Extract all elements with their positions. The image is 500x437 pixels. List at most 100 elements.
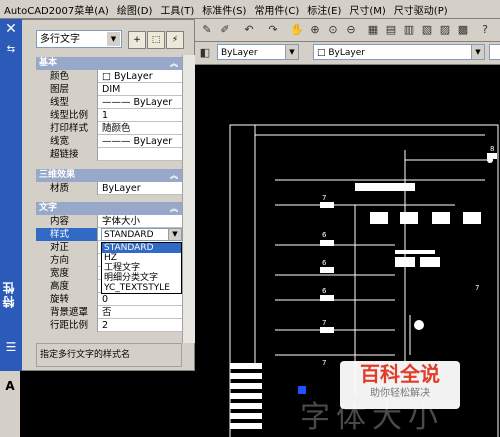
object-type-combo[interactable]: 多行文字 ▼ <box>36 30 122 48</box>
menu-size-driven[interactable]: 尺寸驱动(P) <box>390 2 452 17</box>
prop-row-linetype[interactable]: 线型 ——— ByLayer <box>36 96 182 109</box>
prop-row-contents[interactable]: 内容 字体大小 <box>36 215 182 228</box>
prop-row-lineweight[interactable]: 线宽 ——— ByLayer <box>36 135 182 148</box>
redo-icon[interactable]: ↷ <box>265 22 281 38</box>
color-combo[interactable]: □ ByLayer ▼ <box>313 44 485 60</box>
valve-symbol <box>355 183 415 191</box>
prop-label: 内容 <box>36 215 98 228</box>
pipe-label-bar <box>487 153 497 159</box>
help-icon[interactable]: ? <box>477 22 493 38</box>
property-description: 指定多行文字的样式名 <box>36 343 182 367</box>
style-option[interactable]: HZ <box>102 253 181 263</box>
palette-title-strip[interactable] <box>0 19 22 371</box>
pipe-label-bar <box>320 240 334 246</box>
prop-row-plot-style[interactable]: 打印样式 随颜色 <box>36 122 182 135</box>
menu-icon[interactable]: ☰ <box>4 340 18 354</box>
design-center-icon[interactable]: ▤ <box>383 22 399 38</box>
prop-value: 否 <box>102 307 112 318</box>
pan-icon[interactable]: ✋ <box>289 22 305 38</box>
pipe-label-bar <box>320 202 334 208</box>
pipe-label-bar <box>320 327 334 333</box>
brush-icon[interactable]: ✎ <box>199 22 215 38</box>
valve-symbol <box>420 257 440 267</box>
color-swatch-icon: □ <box>317 48 329 58</box>
prop-row-background-mask[interactable]: 背景遮罩 否 <box>36 306 182 319</box>
prop-value <box>99 148 182 161</box>
grip-marker[interactable] <box>298 386 306 394</box>
style-option[interactable]: STANDARD <box>102 243 181 253</box>
prop-row-linetype-scale[interactable]: 线型比例 1 <box>36 109 182 122</box>
style-option[interactable]: 明细分类文字 <box>102 273 181 283</box>
menu-draw[interactable]: 绘图(D) <box>113 2 157 17</box>
prop-label: 高度 <box>36 280 98 293</box>
quick-select-icon[interactable]: ⚡ <box>166 31 184 49</box>
prop-label: 材质 <box>36 182 98 195</box>
prop-row-layer[interactable]: 图层 DIM <box>36 83 182 96</box>
prop-row-hyperlink[interactable]: 超链接 <box>36 148 182 161</box>
watermark-main-text: 百科全说 <box>360 362 440 386</box>
title-block-row <box>230 373 262 379</box>
properties-toolbar: ◧ ByLayer ▼ □ ByLayer ▼ <box>195 42 500 65</box>
prop-value: ——— ByLayer <box>102 97 173 108</box>
prop-label: 超链接 <box>36 148 98 161</box>
prop-label: 线宽 <box>36 135 98 148</box>
menu-common-parts[interactable]: 常用件(C) <box>250 2 303 17</box>
layer-combo[interactable]: ByLayer ▼ <box>217 44 299 60</box>
part-label: 6 <box>322 259 327 267</box>
prop-value: ——— ByLayer <box>102 136 173 147</box>
match-properties-icon[interactable]: ✐ <box>217 22 233 38</box>
section-basic[interactable]: 基本 ︽ <box>36 57 182 70</box>
palette-scrollbar[interactable] <box>182 55 195 343</box>
menu-autocad[interactable]: AutoCAD2007菜单(A) <box>0 2 113 17</box>
text-tool-button[interactable]: A <box>2 378 18 394</box>
calculator-icon[interactable]: ▩ <box>455 22 471 38</box>
style-option[interactable]: 工程文字 <box>102 263 181 273</box>
style-combo-value: STANDARD <box>104 230 154 240</box>
watermark-sub-text: 助你轻松解决 <box>370 388 430 399</box>
prop-row-color[interactable]: 颜色 □ ByLayer <box>36 70 182 83</box>
prop-label: 线型 <box>36 96 98 109</box>
close-icon[interactable]: ✕ <box>3 21 19 37</box>
markup-icon[interactable]: ▨ <box>437 22 453 38</box>
part-label: 6 <box>322 287 327 295</box>
part-label: 7 <box>322 359 326 367</box>
tool-palette-icon[interactable]: ▥ <box>401 22 417 38</box>
prop-row-material[interactable]: 材质 ByLayer <box>36 182 182 195</box>
undo-icon[interactable]: ↶ <box>241 22 257 38</box>
menu-tools[interactable]: 工具(T) <box>156 2 198 17</box>
prop-label: 旋转 <box>36 293 98 306</box>
title-block-row <box>230 403 262 409</box>
prop-label: 打印样式 <box>36 122 98 135</box>
style-option[interactable]: YC_TEXTSTYLE <box>102 283 181 293</box>
section-3d-label: 三维效果 <box>39 170 76 180</box>
zoom-window-icon[interactable]: ⊙ <box>325 22 341 38</box>
menu-size[interactable]: 尺寸(M) <box>345 2 389 17</box>
style-combo[interactable]: STANDARD ▼ <box>101 228 182 241</box>
collapse-icon: ︽ <box>170 171 178 180</box>
zoom-realtime-icon[interactable]: ⊕ <box>307 22 323 38</box>
properties-icon[interactable]: ▦ <box>365 22 381 38</box>
menu-standard-parts[interactable]: 标准件(S) <box>198 2 250 17</box>
prop-label: 图层 <box>36 83 98 96</box>
indicator-circle <box>414 320 424 330</box>
select-objects-icon[interactable]: ⬚ <box>147 31 165 49</box>
prop-row-rotation[interactable]: 旋转 0 <box>36 293 182 306</box>
layer-icon[interactable]: ◧ <box>197 45 213 61</box>
prop-value: DIM <box>102 84 121 95</box>
menu-bar: AutoCAD2007菜单(A) 绘图(D) 工具(T) 标准件(S) 常用件(… <box>0 0 500 19</box>
auto-hide-icon[interactable]: ⇆ <box>5 44 17 56</box>
menu-dimension[interactable]: 标注(E) <box>303 2 345 17</box>
color-combo-value: ByLayer <box>328 48 365 58</box>
part-label: 7 <box>322 319 326 327</box>
prop-row-line-spacing[interactable]: 行距比例 2 <box>36 319 182 332</box>
part-label: 8 <box>490 145 494 153</box>
section-text[interactable]: 文字 ︽ <box>36 202 182 215</box>
toggle-pickadd-icon[interactable]: + <box>128 31 146 49</box>
zoom-previous-icon[interactable]: ⊖ <box>343 22 359 38</box>
prop-value: 随颜色 <box>102 123 131 134</box>
chevron-down-icon: ▼ <box>285 45 298 59</box>
section-3d[interactable]: 三维效果 ︽ <box>36 169 182 182</box>
title-block-row <box>230 393 262 399</box>
linetype-combo[interactable] <box>489 44 500 60</box>
sheet-set-icon[interactable]: ▧ <box>419 22 435 38</box>
